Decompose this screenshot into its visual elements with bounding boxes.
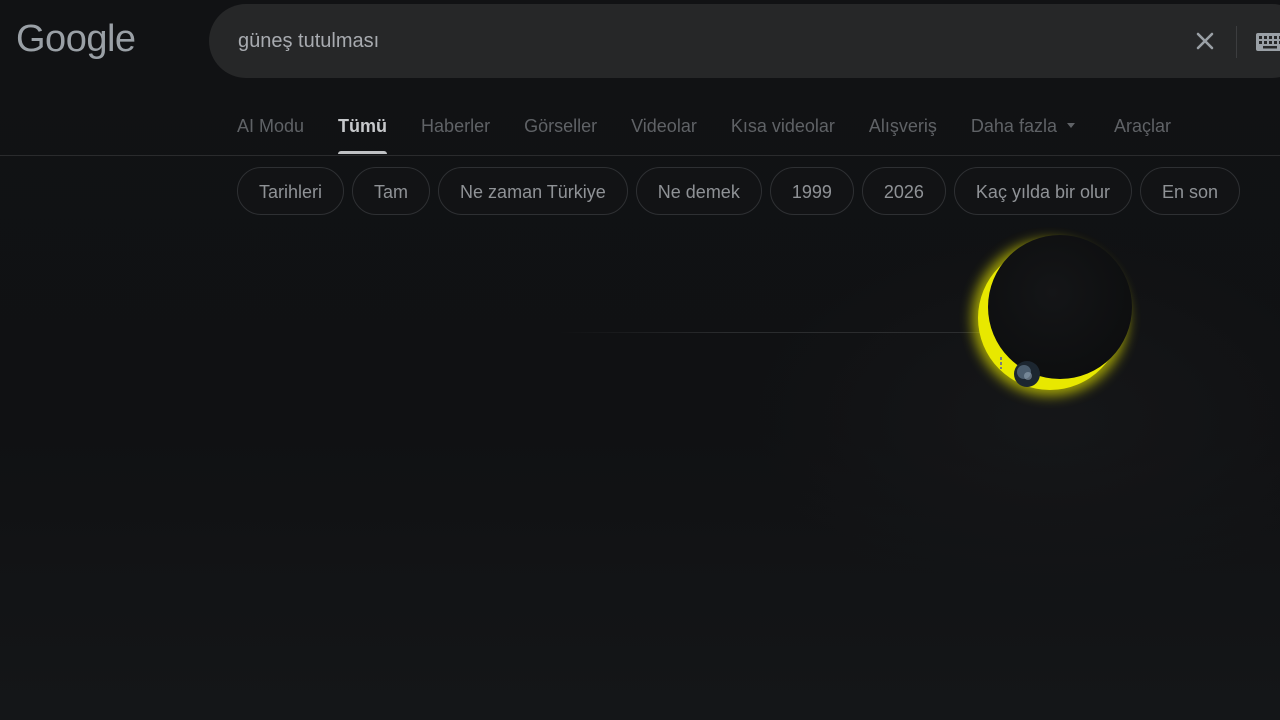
tab-ai-mode[interactable]: AI Modu [237, 102, 304, 154]
search-divider [1236, 26, 1237, 58]
tab-tools[interactable]: Araçlar [1114, 102, 1171, 154]
tab-news[interactable]: Haberler [421, 102, 490, 154]
google-logo[interactable]: Google [16, 14, 136, 64]
chip-when-turkey[interactable]: Ne zaman Türkiye [438, 167, 628, 215]
search-input[interactable] [238, 26, 1138, 56]
chip-dates[interactable]: Tarihleri [237, 167, 345, 215]
tab-more[interactable]: Daha fazla [971, 102, 1075, 154]
tab-short-videos[interactable]: Kısa videolar [731, 102, 835, 154]
tab-shopping[interactable]: Alışveriş [869, 102, 937, 154]
keyboard-button[interactable] [1255, 31, 1280, 53]
tab-videos[interactable]: Videolar [631, 102, 697, 154]
chip-1999[interactable]: 1999 [769, 167, 854, 215]
search-results-page: Google güneş tutulması AI Modu Tümü Habe… [0, 0, 1280, 720]
solar-eclipse-image [972, 235, 1132, 396]
search-tabs: AI Modu Tümü Haberler Görseller Videolar… [237, 102, 1205, 154]
tab-all[interactable]: Tümü [338, 102, 388, 154]
keyboard-icon [1256, 33, 1280, 51]
close-icon [1196, 32, 1214, 50]
search-bar[interactable] [209, 4, 1280, 78]
tabs-divider [0, 155, 1280, 156]
chip-total[interactable]: Tam [352, 167, 431, 215]
tab-images[interactable]: Görseller [524, 102, 597, 154]
chip-meaning[interactable]: Ne demek [635, 167, 762, 215]
clear-search-button[interactable] [1191, 27, 1219, 55]
chevron-down-icon [1066, 122, 1075, 128]
tab-more-label: Daha fazla [970, 116, 1057, 136]
